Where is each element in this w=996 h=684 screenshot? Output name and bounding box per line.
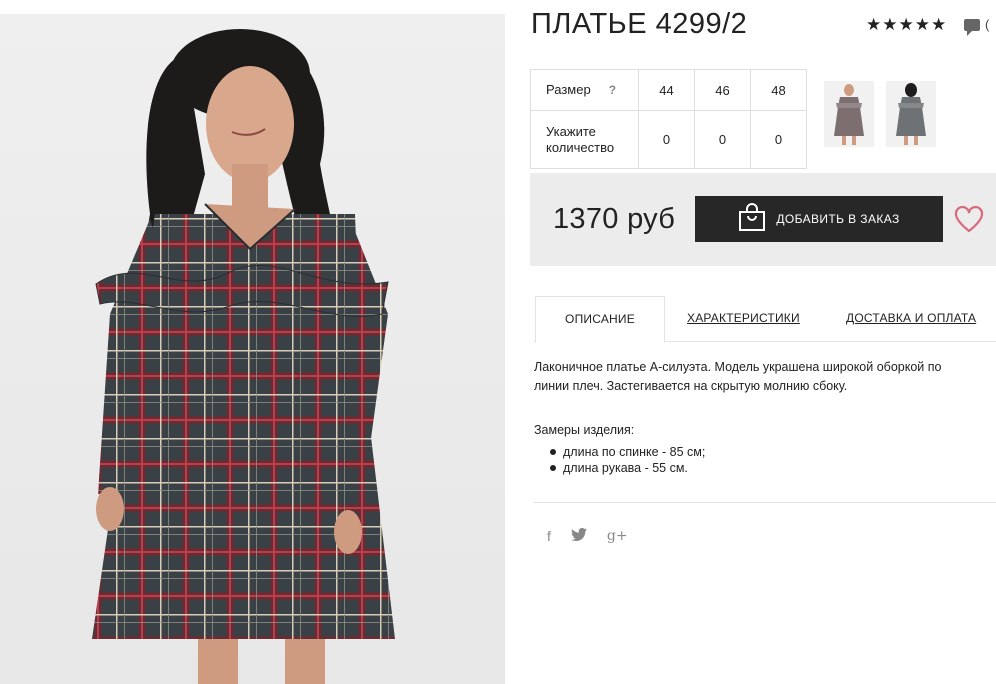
- add-to-order-label: ДОБАВИТЬ В ЗАКАЗ: [776, 212, 900, 226]
- product-tabs: ОПИСАНИЕ ХАРАКТЕРИСТИКИ ДОСТАВКА И ОПЛАТ…: [534, 296, 996, 343]
- product-title: ПЛАТЬЕ 4299/2: [531, 8, 748, 40]
- size-option: 44: [638, 69, 695, 111]
- thumbnail-plaid-dress[interactable]: [824, 81, 874, 147]
- list-item: длина рукава - 55 см.: [550, 460, 705, 476]
- description-text: Лаконичное платье А-силуэта. Модель укра…: [534, 358, 974, 396]
- divider: [534, 502, 996, 503]
- twitter-icon[interactable]: [570, 527, 587, 544]
- quantity-input-44[interactable]: 0: [638, 110, 695, 169]
- buy-box: 1370 руб ДОБАВИТЬ В ЗАКАЗ: [530, 173, 996, 266]
- product-photo: [0, 14, 505, 684]
- star-icon[interactable]: ★: [931, 16, 946, 34]
- quantity-input-46[interactable]: 0: [694, 110, 751, 169]
- shopping-bag-icon: [738, 202, 766, 237]
- quantity-label: Укажите количество: [530, 110, 639, 169]
- quantity-label-line1: Укажите: [546, 123, 596, 139]
- add-to-order-button[interactable]: ДОБАВИТЬ В ЗАКАЗ: [695, 196, 943, 242]
- price: 1370 руб: [553, 203, 676, 235]
- help-icon[interactable]: ?: [609, 83, 616, 97]
- measures-title: Замеры изделия:: [534, 423, 635, 437]
- tab-characteristics[interactable]: ХАРАКТЕРИСТИКИ: [687, 296, 800, 340]
- measures-list: длина по спинке - 85 см; длина рукава - …: [550, 444, 705, 476]
- star-icon[interactable]: ★: [866, 16, 881, 34]
- list-item: длина по спинке - 85 см;: [550, 444, 705, 460]
- reviews-count: (: [985, 17, 990, 32]
- star-icon[interactable]: ★: [899, 16, 914, 34]
- size-label: Размер: [546, 82, 591, 97]
- star-icon[interactable]: ★: [882, 16, 897, 34]
- thumbnail-grey-dress[interactable]: [886, 81, 936, 147]
- quantity-input-48[interactable]: 0: [750, 110, 807, 169]
- rating-stars[interactable]: ★ ★ ★ ★ ★: [866, 16, 946, 34]
- google-plus-icon[interactable]: g+: [607, 528, 628, 544]
- reviews-link[interactable]: (: [964, 17, 990, 36]
- quantity-label-line2: количество: [546, 139, 615, 155]
- tab-description[interactable]: ОПИСАНИЕ: [535, 296, 665, 343]
- social-share: f g+: [547, 527, 628, 544]
- size-label-cell: Размер?: [530, 69, 639, 111]
- comment-icon: [964, 18, 980, 36]
- star-icon[interactable]: ★: [915, 16, 930, 34]
- tab-delivery[interactable]: ДОСТАВКА И ОПЛАТА: [846, 296, 976, 340]
- description-paragraph: Лаконичное платье А-силуэта. Модель укра…: [534, 360, 942, 393]
- heart-icon[interactable]: [954, 205, 984, 239]
- facebook-icon[interactable]: f: [547, 528, 551, 544]
- size-table: Размер? 44 46 48 Укажите количество 0 0 …: [530, 69, 807, 169]
- size-option: 48: [750, 69, 807, 111]
- size-option: 46: [694, 69, 751, 111]
